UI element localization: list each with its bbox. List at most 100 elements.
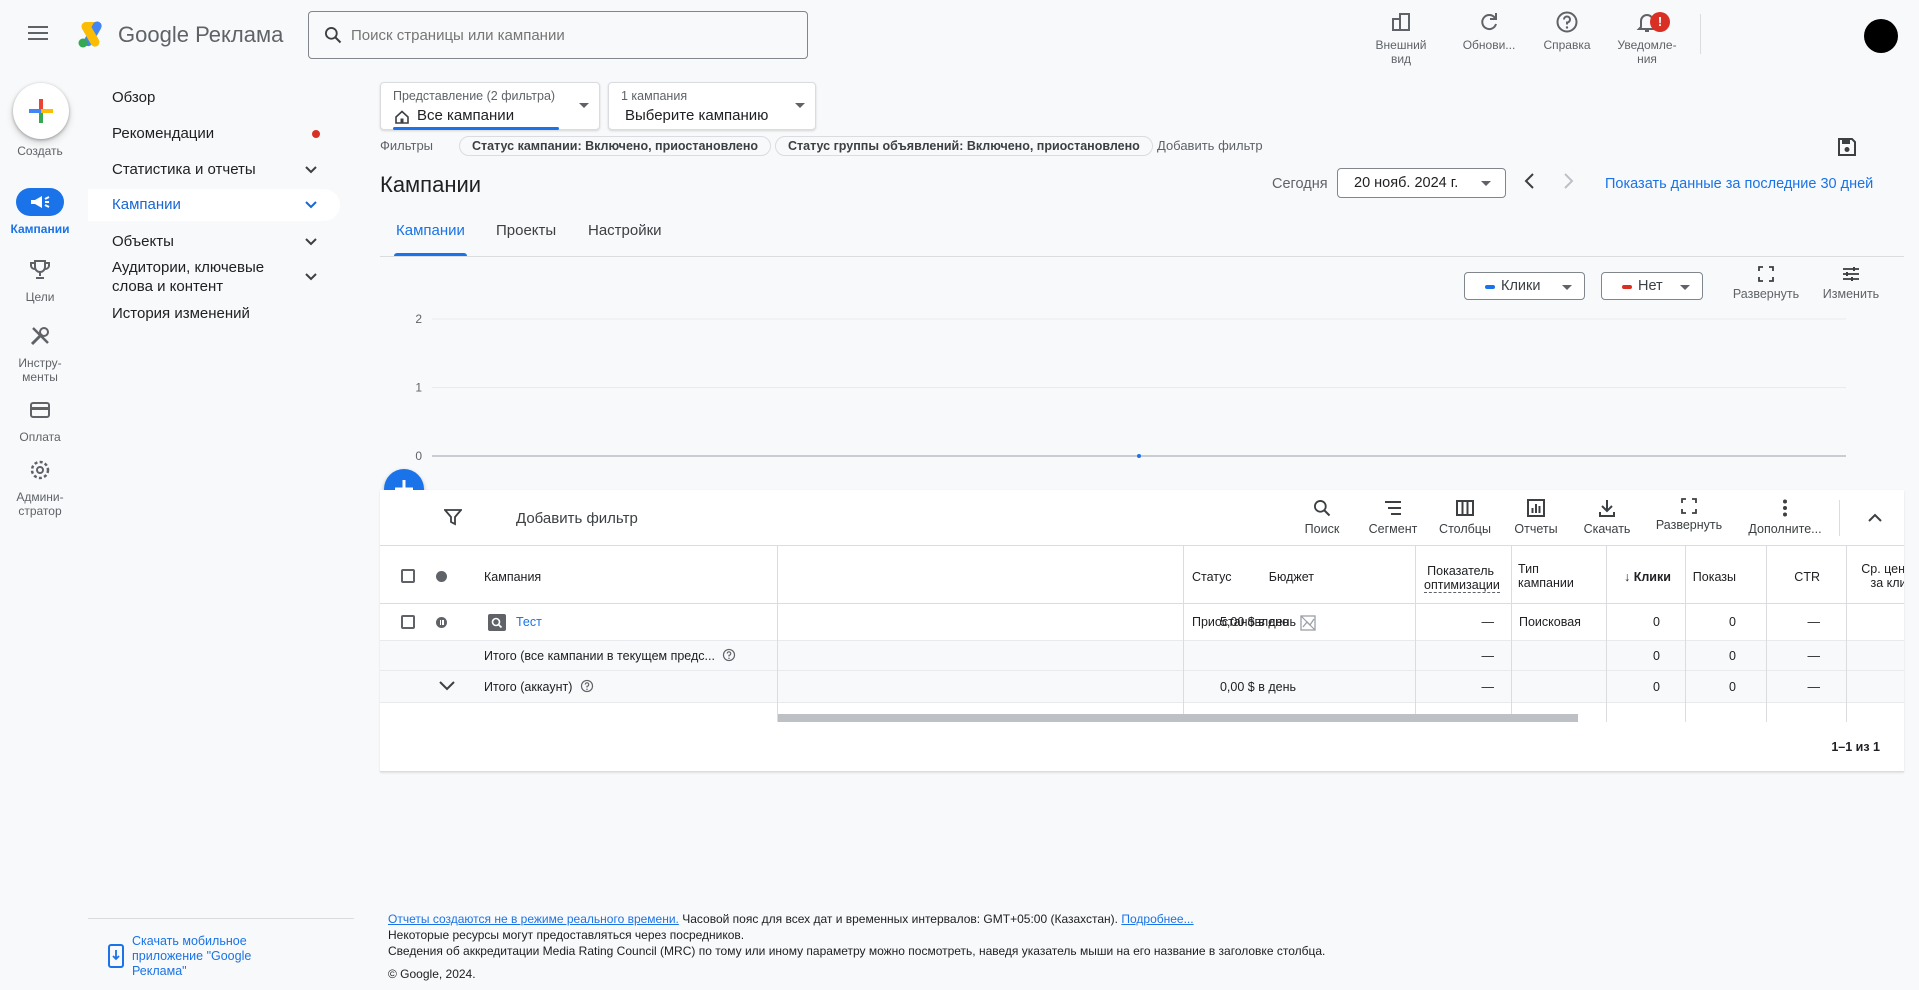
- plus-icon: [29, 99, 53, 123]
- appearance-button[interactable]: Внешний вид: [1362, 10, 1440, 66]
- create-button[interactable]: [13, 83, 69, 139]
- col-divider: [1183, 546, 1184, 722]
- refresh-button[interactable]: Обнови...: [1450, 10, 1528, 52]
- header-impressions[interactable]: Показы: [1680, 570, 1736, 584]
- add-filter-link[interactable]: Добавить фильтр: [1157, 138, 1263, 153]
- menu-icon[interactable]: [26, 22, 54, 46]
- total-account-row: Итого (аккаунт) 0,00 $ в день — 0 0 —: [380, 671, 1904, 703]
- nav-campaigns[interactable]: Кампании: [88, 189, 340, 221]
- rail-goals[interactable]: Цели: [0, 256, 80, 304]
- chevron-down-icon[interactable]: [438, 679, 456, 693]
- nav-assets[interactable]: Объекты: [88, 232, 340, 251]
- table-more-button[interactable]: Дополните...: [1740, 498, 1830, 536]
- notification-badge: !: [1650, 12, 1670, 32]
- rail-billing[interactable]: Оплата: [0, 396, 80, 444]
- last-30-days-link[interactable]: Показать данные за последние 30 дней: [1605, 176, 1873, 192]
- avatar[interactable]: [1864, 19, 1898, 53]
- copyright: © Google, 2024.: [388, 967, 476, 981]
- chevron-left-icon[interactable]: [1522, 172, 1538, 190]
- table-search-button[interactable]: Поиск: [1292, 498, 1352, 536]
- chart-edit-button[interactable]: Изменить: [1816, 266, 1886, 301]
- arrow-down-icon: ↓: [1624, 570, 1631, 584]
- row-opt-score: —: [1481, 615, 1495, 629]
- realtime-reports-link[interactable]: Отчеты создаются не в режиме реального в…: [388, 912, 679, 926]
- megaphone-icon: [31, 196, 50, 208]
- chevron-right-icon[interactable]: [1560, 172, 1576, 190]
- help-icon[interactable]: [580, 679, 594, 693]
- nav-overview[interactable]: Обзор: [88, 88, 340, 107]
- filter-chip-adgroup-status[interactable]: Статус группы объявлений: Включено, прио…: [775, 136, 1153, 156]
- help-button[interactable]: Справка: [1528, 10, 1606, 52]
- toolbar-divider: [1839, 500, 1840, 536]
- header-clicks[interactable]: ↓ Клики: [1624, 570, 1671, 584]
- caret-down-icon: [1481, 181, 1491, 186]
- campaigns-table: Добавить фильтр Поиск Сегмент Столбцы От…: [380, 490, 1904, 772]
- header-status[interactable]: Статус: [1192, 570, 1232, 584]
- total-view-impressions: 0: [1729, 649, 1736, 663]
- header-opt-score[interactable]: Показатель оптимизации: [1424, 564, 1500, 593]
- metric1-selector[interactable]: Клики: [1464, 272, 1585, 300]
- total-account-ctr: —: [1807, 680, 1821, 694]
- table-reports-button[interactable]: Отчеты: [1506, 498, 1566, 536]
- header-campaign-type[interactable]: Тип кампании: [1518, 562, 1574, 590]
- table-expand-button[interactable]: Развернуть: [1646, 498, 1732, 532]
- notifications-button[interactable]: ! Уведомле-ния: [1608, 10, 1686, 66]
- tools-icon: [30, 327, 49, 346]
- search-icon: [325, 27, 342, 44]
- home-icon: [395, 110, 409, 124]
- tabs: Кампании Проекты Настройки: [380, 212, 1904, 257]
- campaign-selector[interactable]: 1 кампания Выберите кампанию: [608, 82, 816, 130]
- paused-status-icon[interactable]: [436, 617, 447, 628]
- nav-recommendations[interactable]: Рекомендации: [88, 124, 340, 143]
- search-box[interactable]: [308, 11, 808, 59]
- date-selector[interactable]: 20 нояб. 2024 г.: [1337, 168, 1506, 198]
- data-point[interactable]: [1137, 454, 1141, 458]
- more-info-link[interactable]: Подробнее...: [1121, 912, 1193, 926]
- view-selector[interactable]: Представление (2 фильтра) Все кампании: [380, 82, 600, 130]
- trophy-icon: [30, 260, 50, 279]
- view-underline: [393, 127, 559, 130]
- table-columns-button[interactable]: Столбцы: [1430, 498, 1500, 536]
- filter-icon[interactable]: [444, 508, 462, 526]
- select-all-checkbox[interactable]: [401, 569, 415, 583]
- caret-down-icon: [1562, 285, 1572, 290]
- help-icon[interactable]: [722, 648, 736, 662]
- filter-chip-campaign-status[interactable]: Статус кампании: Включено, приостановлен…: [459, 136, 772, 156]
- nav-audiences[interactable]: Аудитории, ключевые слова и контент: [88, 258, 340, 296]
- nav-change-history[interactable]: История изменений: [88, 304, 340, 323]
- y-tick-label: 0: [415, 449, 422, 463]
- chevron-up-icon[interactable]: [1867, 510, 1883, 526]
- pagination: 1–1 из 1: [1831, 740, 1880, 754]
- row-impressions: 0: [1729, 615, 1736, 629]
- budget-chart-icon[interactable]: [1300, 615, 1316, 631]
- horizontal-scrollbar[interactable]: [778, 714, 1578, 722]
- table-add-filter[interactable]: Добавить фильтр: [516, 510, 638, 527]
- chart-expand-button[interactable]: Развернуть: [1730, 266, 1802, 301]
- tab-campaigns[interactable]: Кампании: [394, 222, 467, 256]
- tab-settings[interactable]: Настройки: [588, 222, 662, 256]
- total-account-budget: 0,00 $ в день: [1219, 680, 1296, 694]
- total-account-opt: —: [1481, 680, 1495, 694]
- rail-tools[interactable]: Инстру-менты: [0, 322, 80, 384]
- header-ctr[interactable]: CTR: [1760, 570, 1820, 584]
- create-label: Создать: [17, 144, 63, 158]
- rail-admin[interactable]: Админи-стратор: [0, 456, 80, 518]
- metric2-selector[interactable]: Нет: [1601, 272, 1703, 300]
- table-segment-button[interactable]: Сегмент: [1358, 498, 1428, 536]
- nav-stats-reports[interactable]: Статистика и отчеты: [88, 160, 340, 179]
- save-icon[interactable]: [1837, 137, 1857, 157]
- more-vert-icon: [1783, 499, 1787, 517]
- search-input[interactable]: [351, 13, 791, 57]
- appearance-icon: [1392, 13, 1410, 31]
- campaign-link[interactable]: Тест: [516, 615, 542, 629]
- row-checkbox[interactable]: [401, 615, 415, 629]
- top-divider: [1700, 14, 1701, 54]
- col-divider: [777, 546, 778, 722]
- table-download-button[interactable]: Скачать: [1576, 498, 1638, 536]
- tab-projects[interactable]: Проекты: [496, 222, 556, 256]
- total-account-impressions: 0: [1729, 680, 1736, 694]
- rail-campaigns[interactable]: Кампании: [0, 188, 80, 236]
- header-campaign[interactable]: Кампания: [484, 570, 541, 584]
- help-icon: [1556, 11, 1578, 33]
- header-avg-cpc[interactable]: Ср. ценаза клик: [1852, 562, 1904, 590]
